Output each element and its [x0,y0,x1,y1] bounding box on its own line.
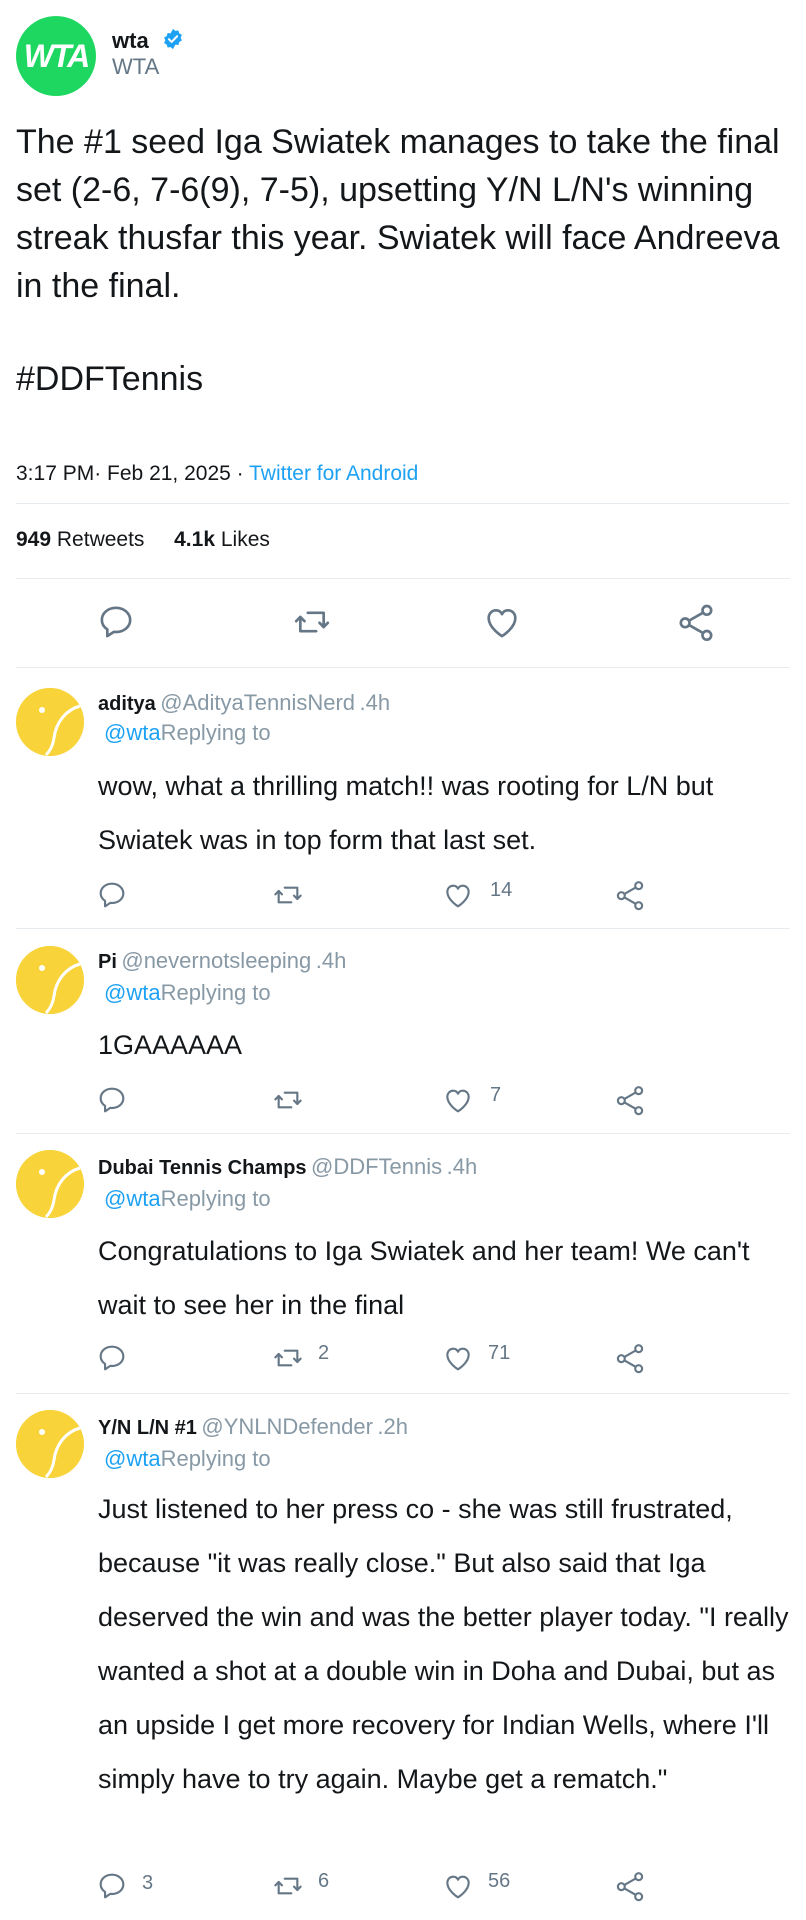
share-icon[interactable] [614,879,646,911]
retweets-count[interactable]: 949 [16,528,51,551]
tweet-time: 3:17 PM [16,462,95,485]
wta-avatar[interactable]: WTA [16,16,96,96]
replying-to-link[interactable]: @wta [104,720,161,745]
tweet-meta: 3:17 PM· Feb 21, 2025 · Twitter for Andr… [16,462,418,486]
tweet-source-link[interactable]: Twitter for Android [249,462,418,485]
replying-to-link[interactable]: @wta [104,1186,161,1211]
reply-header: aditya @AdityaTennisNerd .4h [98,690,390,716]
handle[interactable]: WTA [112,54,159,80]
tennis-ball-icon[interactable] [16,946,84,1014]
replying-to-link[interactable]: @wta [104,980,161,1005]
reply-handle[interactable]: @YNLNDefender [201,1414,373,1439]
heart-icon[interactable] [442,1870,474,1902]
verified-badge-icon [162,28,184,50]
reply-text: wow, what a thrilling match!! was rootin… [98,771,714,855]
divider [16,578,790,579]
divider [16,928,790,929]
share-icon[interactable] [614,1084,646,1116]
reply-time: .4h [315,948,347,973]
share-icon[interactable] [614,1342,646,1374]
tweet-stats: 949 Retweets 4.1k Likes [16,528,270,552]
heart-icon[interactable] [442,879,474,911]
reply-icon[interactable] [96,879,128,911]
reply-handle[interactable]: @nevernotsleeping [121,948,311,973]
avatar-logo-text: WTA [23,37,90,74]
share-icon[interactable] [676,602,716,642]
heart-icon[interactable] [442,1342,474,1374]
reply-name[interactable]: aditya [98,693,156,715]
reply-time: .4h [359,690,391,715]
retweet-icon[interactable] [272,879,304,911]
replying-to-link[interactable]: @wta [104,1446,161,1471]
tennis-ball-icon[interactable] [16,1410,84,1478]
reply-icon[interactable] [96,1342,128,1374]
reply-handle[interactable]: @DDFTennis [311,1154,442,1179]
retweets-label[interactable]: Retweets [57,528,145,551]
reply-handle[interactable]: @AdityaTennisNerd [160,690,355,715]
reply-header: Y/N L/N #1 @YNLNDefender .2h [98,1414,408,1440]
replying-to-label: Replying to [160,720,271,745]
divider [16,503,790,504]
retweet-count: 6 [318,1870,330,1892]
tennis-ball-icon[interactable] [16,688,84,756]
source-separator: · [230,462,250,485]
like-count: 56 [488,1870,511,1892]
heart-icon[interactable] [442,1084,474,1116]
like-count: 14 [490,879,513,901]
reply-name[interactable]: Pi [98,951,117,973]
reply-count: 3 [142,1872,154,1894]
reply-text: 1GAAAAAA [98,1030,243,1060]
reply-header: Dubai Tennis Champs @DDFTennis .4h [98,1154,477,1180]
share-icon[interactable] [614,1870,646,1902]
divider [16,1133,790,1134]
reply-text: Just listened to her press co - she was … [98,1494,789,1794]
reply-time: .4h [446,1154,478,1179]
reply-icon[interactable] [96,602,136,642]
tweet-date: · Feb 21, 2025 [94,462,231,485]
reply-text: Congratulations to Iga Swiatek and her t… [98,1236,750,1320]
replying-to: @wtaReplying to [104,1186,271,1212]
replying-to: @wtaReplying to [104,720,271,746]
hashtag[interactable]: #DDFTennis [16,360,203,399]
divider [16,667,790,668]
retweet-icon[interactable] [272,1342,304,1374]
reply-name[interactable]: Y/N L/N #1 [98,1417,197,1439]
like-count: 71 [488,1342,511,1364]
reply-icon[interactable] [96,1084,128,1116]
like-count: 7 [490,1084,502,1106]
replying-to: @wtaReplying to [104,1446,271,1472]
reply-name[interactable]: Dubai Tennis Champs [98,1157,307,1179]
tweet-text: The #1 seed Iga Swiatek manages to take … [16,123,780,305]
retweet-icon[interactable] [272,1084,304,1116]
retweet-count: 2 [318,1342,330,1364]
heart-icon[interactable] [482,602,522,642]
reply-time: .2h [377,1414,408,1439]
divider [16,1393,790,1394]
replying-to: @wtaReplying to [104,980,271,1006]
replying-to-label: Replying to [160,1446,271,1471]
replying-to-label: Replying to [160,1186,271,1211]
tennis-ball-icon[interactable] [16,1150,84,1218]
retweet-icon[interactable] [272,1870,304,1902]
likes-count[interactable]: 4.1k [174,528,215,551]
retweet-icon[interactable] [292,602,332,642]
reply-icon[interactable] [96,1870,128,1902]
reply-header: Pi @nevernotsleeping .4h [98,948,346,974]
display-name[interactable]: wta [112,28,149,54]
replying-to-label: Replying to [160,980,271,1005]
likes-label[interactable]: Likes [221,528,270,551]
